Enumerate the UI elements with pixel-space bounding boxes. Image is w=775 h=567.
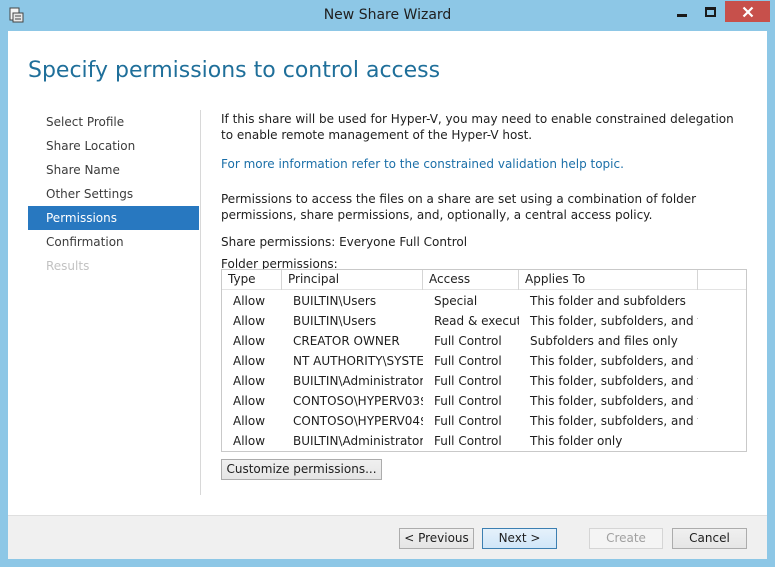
table-cell: BUILTIN\Users [293, 294, 377, 308]
table-cell: Full Control [434, 434, 502, 448]
nav-step-confirmation[interactable]: Confirmation [28, 230, 199, 254]
table-cell: Allow [233, 334, 266, 348]
table-cell: CREATOR OWNER [293, 334, 400, 348]
table-cell: BUILTIN\Administrators [293, 434, 423, 448]
nav-divider [200, 110, 201, 495]
column-header-type[interactable]: Type [222, 270, 282, 290]
table-cell: This folder, subfolders, and files [530, 354, 698, 368]
table-row[interactable]: Allow BUILTIN\Administrators Full Control T… [222, 371, 746, 391]
table-cell: Subfolders and files only [530, 334, 678, 348]
table-row[interactable]: Allow BUILTIN\Users Read & execute This fol… [222, 311, 746, 331]
table-cell: This folder and subfolders [530, 294, 686, 308]
wizard-footer: < Previous Next > Create Cancel [8, 515, 767, 559]
table-row[interactable]: Allow CONTOSO\HYPERV04$ Full Control This f… [222, 411, 746, 431]
table-cell: BUILTIN\Users [293, 314, 377, 328]
minimize-icon [677, 14, 687, 17]
table-cell: NT AUTHORITY\SYSTEM [293, 354, 423, 368]
nav-step-other-settings[interactable]: Other Settings [28, 182, 199, 206]
table-body: Allow BUILTIN\Users Special This folder and… [222, 290, 746, 451]
table-cell: Allow [233, 434, 266, 448]
nav-step-permissions[interactable]: Permissions [28, 206, 199, 230]
table-cell: This folder, subfolders, and files [530, 414, 698, 428]
table-cell: Allow [233, 414, 266, 428]
share-permissions-text: Share permissions: Everyone Full Control [221, 235, 468, 249]
column-header-access[interactable]: Access [423, 270, 519, 290]
table-cell: Allow [233, 314, 266, 328]
next-button[interactable]: Next > [482, 528, 557, 549]
table-cell: This folder only [530, 434, 623, 448]
permissions-intro: Permissions to access the files on a sha… [221, 192, 697, 222]
table-cell: Full Control [434, 374, 502, 388]
page-title: Specify permissions to control access [28, 58, 441, 83]
help-topic-link[interactable]: For more information refer to the constr… [221, 157, 751, 171]
table-cell: Allow [233, 374, 266, 388]
create-button: Create [589, 528, 663, 549]
table-cell: Special [434, 294, 478, 308]
wizard-client-area: Specify permissions to control access Se… [8, 31, 767, 559]
content-pane: If this share will be used for Hyper-V, … [221, 111, 751, 272]
folder-permissions-table[interactable]: Type Principal Access Applies To Allow BU… [221, 269, 747, 452]
table-cell: This folder, subfolders, and files [530, 314, 698, 328]
table-cell: This folder, subfolders, and files [530, 374, 698, 388]
table-row[interactable]: Allow CREATOR OWNER Full Control Subfolders… [222, 331, 746, 351]
nav-step-share-name[interactable]: Share Name [28, 158, 199, 182]
table-row[interactable]: Allow BUILTIN\Users Special This folder and… [222, 291, 746, 311]
table-row[interactable]: Allow CONTOSO\HYPERV03$ Full Control This f… [222, 391, 746, 411]
table-cell: Full Control [434, 354, 502, 368]
table-cell: Allow [233, 354, 266, 368]
table-cell: Full Control [434, 414, 502, 428]
column-header-applies-to[interactable]: Applies To [519, 270, 698, 290]
customize-permissions-button[interactable]: Customize permissions... [221, 459, 382, 480]
table-cell: BUILTIN\Administrators [293, 374, 423, 388]
table-cell: Read & execute [434, 314, 519, 328]
close-button[interactable] [725, 1, 770, 22]
nav-step-select-profile[interactable]: Select Profile [28, 110, 199, 134]
table-cell: CONTOSO\HYPERV04$ [293, 414, 423, 428]
table-row[interactable]: Allow BUILTIN\Administrators Full Control T… [222, 431, 746, 451]
table-row[interactable]: Allow NT AUTHORITY\SYSTEM Full Control This… [222, 351, 746, 371]
wizard-steps-nav: Select Profile Share Location Share Name… [28, 110, 199, 278]
title-bar[interactable]: New Share Wizard [0, 0, 775, 31]
nav-step-results: Results [46, 259, 90, 273]
previous-button[interactable]: < Previous [399, 528, 474, 549]
close-icon [742, 6, 753, 17]
table-cell: CONTOSO\HYPERV03$ [293, 394, 423, 408]
table-cell: Full Control [434, 394, 502, 408]
window-title: New Share Wizard [323, 7, 452, 23]
maximize-button[interactable] [697, 1, 723, 22]
table-cell: This folder, subfolders, and files [530, 394, 698, 408]
hyperv-note: If this share will be used for Hyper-V, … [221, 112, 734, 142]
wizard-window: New Share Wizard Specify permissions to … [0, 0, 775, 567]
table-header: Type Principal Access Applies To [222, 270, 746, 290]
nav-step-share-location[interactable]: Share Location [28, 134, 199, 158]
maximize-icon [704, 6, 716, 17]
cancel-button[interactable]: Cancel [672, 528, 747, 549]
column-header-principal[interactable]: Principal [282, 270, 423, 290]
table-cell: Full Control [434, 334, 502, 348]
table-cell: Allow [233, 294, 266, 308]
column-header-filler [698, 270, 746, 290]
minimize-button[interactable] [669, 1, 695, 22]
table-cell: Allow [233, 394, 266, 408]
